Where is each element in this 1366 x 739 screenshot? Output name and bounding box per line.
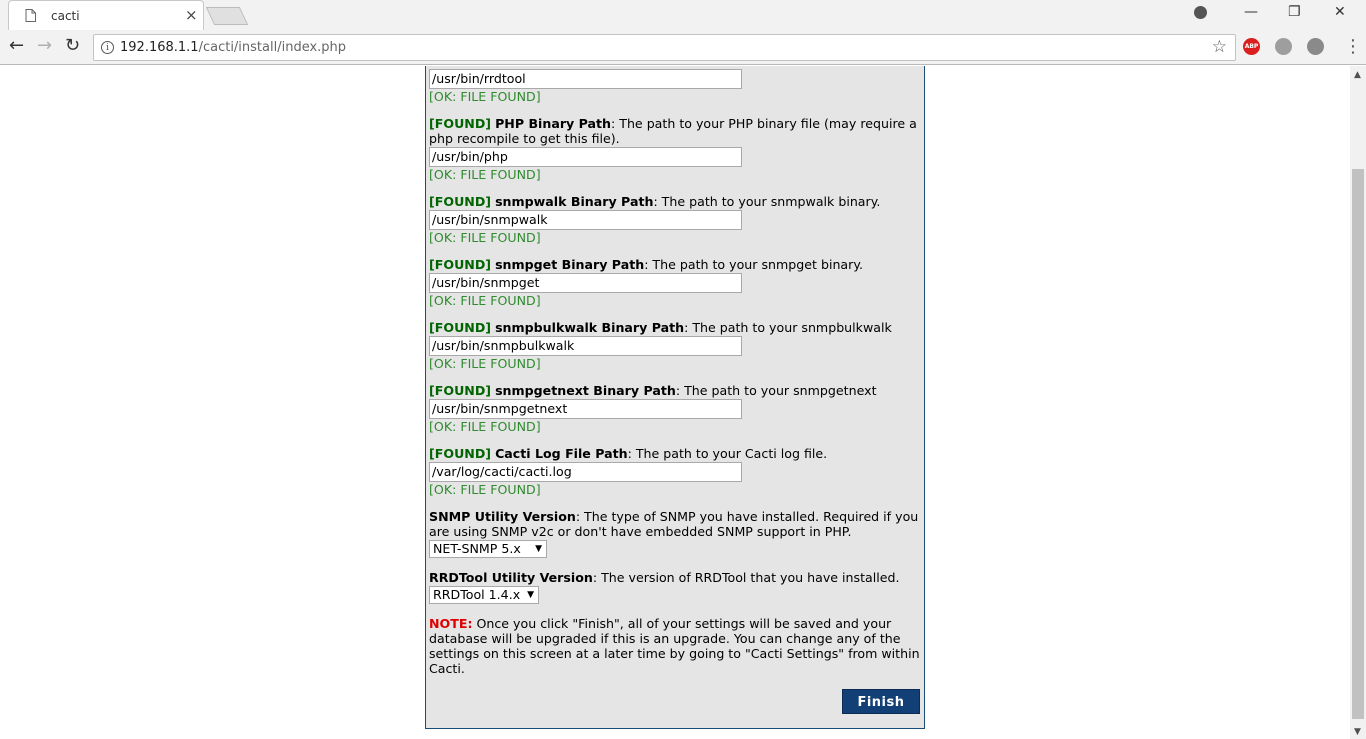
finish-button[interactable]: Finish xyxy=(842,689,920,714)
dropdown-arrow-icon: ▼ xyxy=(535,544,542,554)
tab-title: cacti xyxy=(51,9,80,23)
browser-tab[interactable]: cacti × xyxy=(8,0,204,30)
shield-extension-icon[interactable] xyxy=(1307,38,1324,55)
field-title: PHP Binary Path xyxy=(495,116,612,131)
url-text[interactable]: 192.168.1.1/cacti/install/index.php xyxy=(120,40,346,55)
bookmark-star-icon[interactable]: ☆ xyxy=(1212,37,1227,57)
adblock-icon[interactable]: ABP xyxy=(1243,38,1260,55)
globe-extension-icon[interactable] xyxy=(1275,38,1292,55)
page-icon xyxy=(25,9,36,22)
snmpbulkwalk-path-input[interactable]: /usr/bin/snmpbulkwalk xyxy=(429,336,742,356)
found-tag: [FOUND] xyxy=(429,446,492,461)
cacti-log-path-description: [FOUND] Cacti Log File Path: The path to… xyxy=(429,446,828,461)
found-tag: [FOUND] xyxy=(429,257,492,272)
close-window-button[interactable]: ✕ xyxy=(1334,4,1346,20)
snmpgetnext-status: [OK: FILE FOUND] xyxy=(429,419,541,434)
install-panel: /usr/bin/rrdtool [OK: FILE FOUND] [FOUND… xyxy=(425,66,925,729)
cacti-log-path-input[interactable]: /var/log/cacti/cacti.log xyxy=(429,462,742,482)
profile-icon[interactable] xyxy=(1194,6,1207,19)
php-path-description: [FOUND] PHP Binary Path: The path to you… xyxy=(429,116,917,146)
field-title: Cacti Log File Path xyxy=(495,446,628,461)
php-status: [OK: FILE FOUND] xyxy=(429,167,541,182)
field-title: RRDTool Utility Version xyxy=(429,570,593,585)
address-bar[interactable]: i 192.168.1.1/cacti/install/index.php ☆ xyxy=(93,34,1236,61)
snmpget-status: [OK: FILE FOUND] xyxy=(429,293,541,308)
snmpwalk-path-description: [FOUND] snmpwalk Binary Path: The path t… xyxy=(429,194,881,209)
note-text: Once you click "Finish", all of your set… xyxy=(429,616,920,676)
field-title: SNMP Utility Version xyxy=(429,509,576,524)
snmpget-path-description: [FOUND] snmpget Binary Path: The path to… xyxy=(429,257,863,272)
found-tag: [FOUND] xyxy=(429,383,492,398)
field-title: snmpbulkwalk Binary Path xyxy=(495,320,685,335)
snmp-version-description: SNMP Utility Version: The type of SNMP y… xyxy=(429,509,919,539)
found-tag: [FOUND] xyxy=(429,116,492,131)
snmp-version-select[interactable]: NET-SNMP 5.x ▼ xyxy=(429,540,547,558)
browser-menu-icon[interactable]: ⋮ xyxy=(1344,36,1362,58)
tab-close-icon[interactable]: × xyxy=(185,7,198,23)
info-icon[interactable]: i xyxy=(101,41,114,54)
forward-icon[interactable]: → xyxy=(37,37,52,55)
field-title: snmpget Binary Path xyxy=(495,257,645,272)
minimize-button[interactable]: — xyxy=(1244,4,1258,20)
scroll-thumb[interactable] xyxy=(1352,169,1364,719)
reload-icon[interactable]: ↻ xyxy=(65,37,80,55)
page-scrollbar[interactable]: ▲ ▼ xyxy=(1350,66,1366,739)
page-viewport: /usr/bin/rrdtool [OK: FILE FOUND] [FOUND… xyxy=(0,66,1350,739)
browser-toolbar: ← → ↻ i 192.168.1.1/cacti/install/index.… xyxy=(0,30,1366,65)
rrdtool-path-input[interactable]: /usr/bin/rrdtool xyxy=(429,69,742,89)
rrdtool-status: [OK: FILE FOUND] xyxy=(429,89,541,104)
field-title: snmpgetnext Binary Path xyxy=(495,383,676,398)
snmpwalk-status: [OK: FILE FOUND] xyxy=(429,230,541,245)
php-path-input[interactable]: /usr/bin/php xyxy=(429,147,742,167)
new-tab-button[interactable] xyxy=(205,7,249,25)
rrdtool-version-select[interactable]: RRDTool 1.4.x ▼ xyxy=(429,586,539,604)
rrdtool-version-description: RRDTool Utility Version: The version of … xyxy=(429,570,900,585)
scroll-up-icon[interactable]: ▲ xyxy=(1354,70,1361,80)
back-icon[interactable]: ← xyxy=(9,37,24,55)
snmpget-path-input[interactable]: /usr/bin/snmpget xyxy=(429,273,742,293)
note-label: NOTE: xyxy=(429,616,473,631)
restore-button[interactable]: ❐ xyxy=(1288,4,1301,20)
scroll-down-icon[interactable]: ▼ xyxy=(1354,727,1361,737)
snmpgetnext-path-input[interactable]: /usr/bin/snmpgetnext xyxy=(429,399,742,419)
found-tag: [FOUND] xyxy=(429,320,492,335)
dropdown-arrow-icon: ▼ xyxy=(527,590,534,600)
tab-strip: cacti × — ❐ ✕ xyxy=(0,0,1366,30)
snmpwalk-path-input[interactable]: /usr/bin/snmpwalk xyxy=(429,210,742,230)
snmpbulkwalk-status: [OK: FILE FOUND] xyxy=(429,356,541,371)
upgrade-note: NOTE: Once you click "Finish", all of yo… xyxy=(429,616,920,676)
cacti-log-status: [OK: FILE FOUND] xyxy=(429,482,541,497)
found-tag: [FOUND] xyxy=(429,194,492,209)
field-title: snmpwalk Binary Path xyxy=(495,194,654,209)
